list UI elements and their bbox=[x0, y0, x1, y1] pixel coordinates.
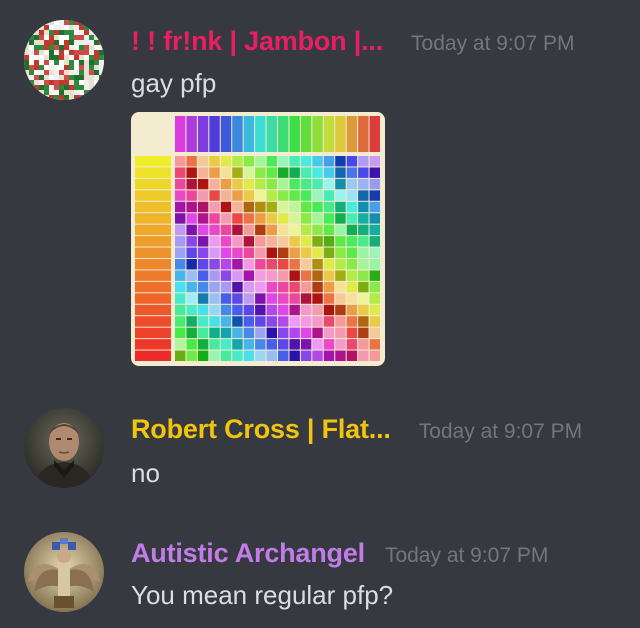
username[interactable]: ! ! fr!nk | Jambon |... bbox=[131, 26, 383, 57]
message-2: Robert Cross | Flat... Today at 9:07 PM … bbox=[0, 400, 640, 510]
man-portrait-avatar-icon bbox=[24, 408, 104, 488]
user-avatar[interactable] bbox=[24, 532, 104, 612]
message-header: Autistic Archangel Today at 9:07 PM bbox=[131, 538, 548, 569]
image-attachment[interactable] bbox=[131, 112, 385, 366]
message-text: no bbox=[131, 458, 160, 488]
username[interactable]: Robert Cross | Flat... bbox=[131, 414, 391, 445]
message-3: Autistic Archangel Today at 9:07 PM You … bbox=[0, 520, 640, 628]
message-header: Robert Cross | Flat... Today at 9:07 PM bbox=[131, 414, 582, 445]
chat-messages: ! ! fr!nk | Jambon |... Today at 9:07 PM… bbox=[0, 0, 640, 628]
user-avatar[interactable] bbox=[24, 408, 104, 488]
message-header: ! ! fr!nk | Jambon |... Today at 9:07 PM bbox=[131, 26, 574, 57]
user-avatar[interactable] bbox=[24, 20, 104, 100]
message-1: ! ! fr!nk | Jambon |... Today at 9:07 PM… bbox=[0, 0, 640, 380]
username[interactable]: Autistic Archangel bbox=[131, 538, 365, 569]
timestamp: Today at 9:07 PM bbox=[411, 32, 575, 55]
message-text: gay pfp bbox=[131, 68, 217, 98]
timestamp: Today at 9:07 PM bbox=[418, 420, 583, 443]
message-text: You mean regular pfp? bbox=[131, 580, 394, 610]
timestamp: Today at 9:07 PM bbox=[384, 544, 549, 567]
archangel-avatar-icon bbox=[24, 532, 104, 612]
type-chart-rainbow-image-icon bbox=[131, 112, 385, 366]
pixel-mosaic-avatar-icon bbox=[24, 20, 104, 100]
